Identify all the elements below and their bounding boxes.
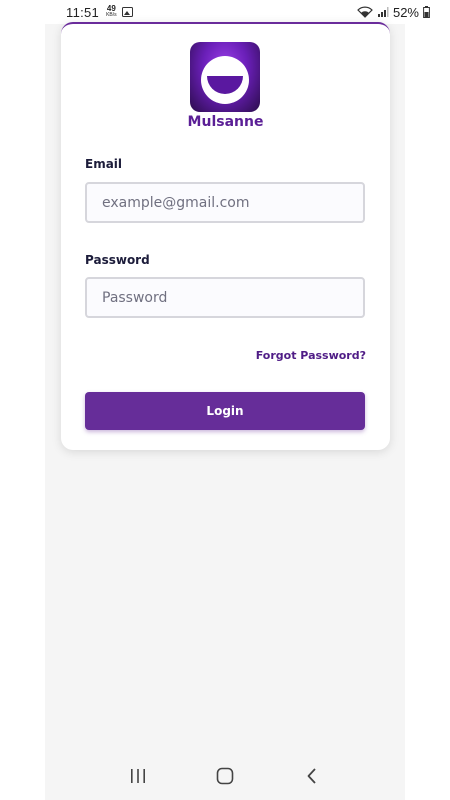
email-label: Email <box>85 157 123 171</box>
net-speed-unit: KB/s <box>106 12 117 18</box>
net-speed-value: 49 <box>106 4 116 13</box>
smiley-logo-icon <box>190 42 260 112</box>
battery-icon <box>423 6 430 18</box>
password-label: Password <box>85 253 150 267</box>
signal-icon <box>377 7 389 17</box>
image-notification-icon <box>121 7 133 17</box>
home-icon[interactable] <box>205 756 245 796</box>
status-bar: 11:51 49 KB/s 52% <box>0 0 450 24</box>
login-button[interactable]: Login <box>85 392 365 430</box>
wifi-icon <box>357 6 373 18</box>
back-icon[interactable] <box>292 756 332 796</box>
recent-apps-icon[interactable] <box>118 756 158 796</box>
status-left: 11:51 49 KB/s <box>66 5 133 20</box>
system-nav-bar <box>45 752 405 800</box>
net-speed-indicator: 49 KB/s <box>106 5 117 19</box>
password-field[interactable] <box>85 277 365 318</box>
battery-percent: 52% <box>392 4 419 20</box>
forgot-password-link[interactable]: Forgot Password? <box>256 349 366 362</box>
status-right: 52% <box>357 5 430 20</box>
status-time: 11:51 <box>66 4 100 20</box>
email-field[interactable] <box>85 182 365 223</box>
login-card: Mulsanne Email Password Forgot Password?… <box>61 22 390 450</box>
brand-name: Mulsanne <box>187 114 264 130</box>
